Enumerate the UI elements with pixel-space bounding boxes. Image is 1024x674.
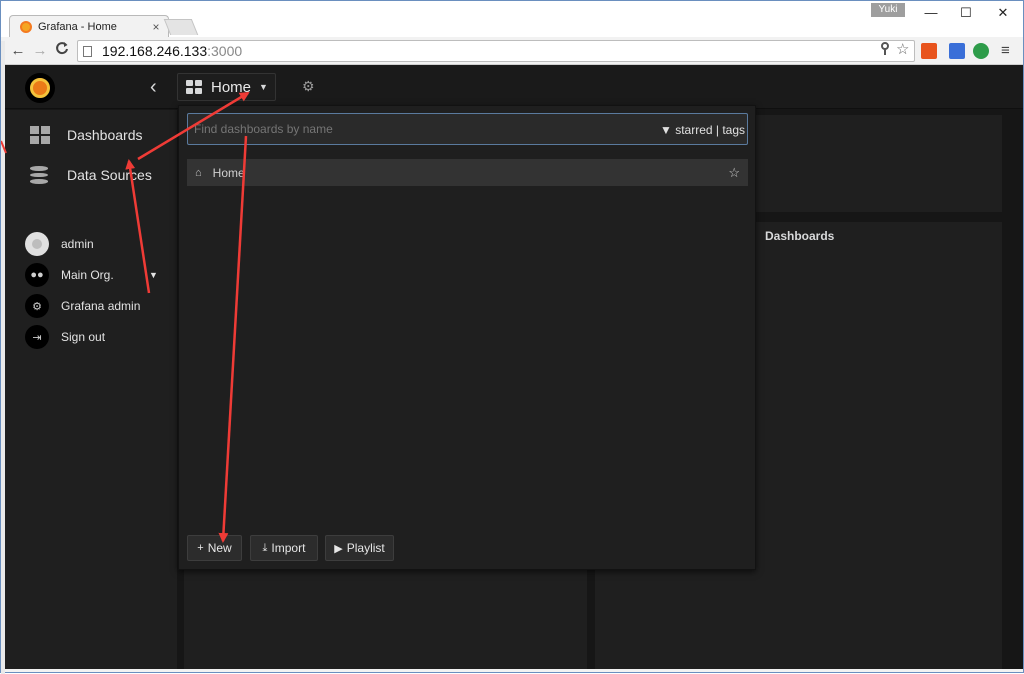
grafana-logo-icon[interactable] [25,73,55,103]
minimize-button[interactable]: — [911,1,951,25]
grafana-admin-label: Grafana admin [61,299,141,313]
avatar [25,232,49,256]
extension-icon-3[interactable] [973,43,989,59]
grafana-favicon-icon [20,20,32,33]
org-name: Main Org. [61,268,114,282]
maximize-button[interactable]: ☐ [946,1,986,25]
sidemenu: Dashboards Data Sources admin ●● Main Or… [5,110,177,669]
cog-icon: ⚙ [25,294,49,318]
database-icon [30,166,50,185]
import-button[interactable]: ⤓ Import [250,535,318,561]
users-icon: ●● [25,263,49,287]
org-switcher-item[interactable]: ●● Main Org. ▼ [5,263,177,287]
dashboard-panel [184,570,587,669]
sign-out-icon: ⇥ [25,325,49,349]
profile-badge[interactable]: Yuki [871,3,905,17]
panel-title: Dashboards [765,229,835,243]
search-result-item[interactable]: ⌂ Home ☆ [187,159,748,186]
address-bar[interactable]: 192.168.246.133:3000 [77,40,915,62]
tab-strip: Grafana - Home × Yuki — ☐ ✕ [1,1,1023,37]
sign-out-label: Sign out [61,330,106,344]
new-dashboard-button[interactable]: + New [187,535,242,561]
dashboard-title: Home [211,78,252,96]
collapse-sidemenu-button[interactable]: ‹ [150,76,157,99]
reload-icon [56,42,68,55]
starred-tags-filter[interactable]: ▼ starred | tags [660,123,745,137]
close-window-button[interactable]: ✕ [983,1,1023,25]
dashboard-settings-icon[interactable]: ⚙ [302,78,315,95]
user-name: admin [61,237,94,251]
button-label: New [207,541,232,555]
forward-button[interactable]: → [31,41,49,61]
dashboard-search-dropdown: ▼ starred | tags ⌂ Home ☆ + New ⤓ Import… [178,105,756,570]
reload-button[interactable] [53,41,71,61]
user-profile-item[interactable]: admin [5,232,177,256]
sign-out-item[interactable]: ⇥ Sign out [5,325,177,349]
home-icon: ⌂ [195,166,202,179]
dashboards-grid-icon [186,80,202,94]
grafana-topbar: ‹ Home ▼ ⚙ [5,65,1023,109]
button-label: Playlist [346,541,385,555]
star-icon[interactable]: ☆ [728,165,740,181]
download-icon: ⤓ [262,541,268,554]
translate-icon[interactable] [949,43,965,59]
url-port: :3000 [207,43,243,59]
new-tab-button[interactable] [163,19,199,35]
playlist-button[interactable]: ▶ Playlist [325,535,394,561]
sidemenu-item-data-sources[interactable]: Data Sources [5,160,177,190]
bookmark-star-icon[interactable]: ☆ [896,40,909,58]
tab-close-icon[interactable]: × [148,20,164,34]
grafana-admin-item[interactable]: ⚙ Grafana admin [5,294,177,318]
caret-down-icon[interactable]: ▼ [149,270,158,280]
sidemenu-label: Dashboards [67,127,143,143]
url-host: 192.168.246.133 [102,43,208,59]
browser-window: Grafana - Home × Yuki — ☐ ✕ ← → 192.168.… [0,0,1024,674]
back-button[interactable]: ← [9,41,27,61]
button-label: Import [271,541,306,555]
browser-toolbar: ← → 192.168.246.133:3000 ☆ ≡ [1,37,1023,65]
play-icon: ▶ [334,542,343,555]
key-icon[interactable] [880,42,890,59]
dashboard-picker-button[interactable]: Home ▼ [177,73,276,101]
sidemenu-item-dashboards[interactable]: Dashboards [5,120,177,150]
plus-icon: + [197,542,204,554]
browser-tab[interactable]: Grafana - Home × [9,15,169,37]
sidemenu-label: Data Sources [67,167,152,183]
dashboards-icon [30,126,50,144]
tab-title: Grafana - Home [38,20,117,33]
grafana-page: ‹ Home ▼ ⚙ Dashboards Data Sources admin [5,65,1023,669]
extension-icon-1[interactable] [921,43,937,59]
caret-down-icon: ▼ [259,82,268,92]
browser-menu-icon[interactable]: ≡ [1001,42,1010,59]
result-label: Home [212,165,245,180]
page-info-icon[interactable] [83,46,92,57]
